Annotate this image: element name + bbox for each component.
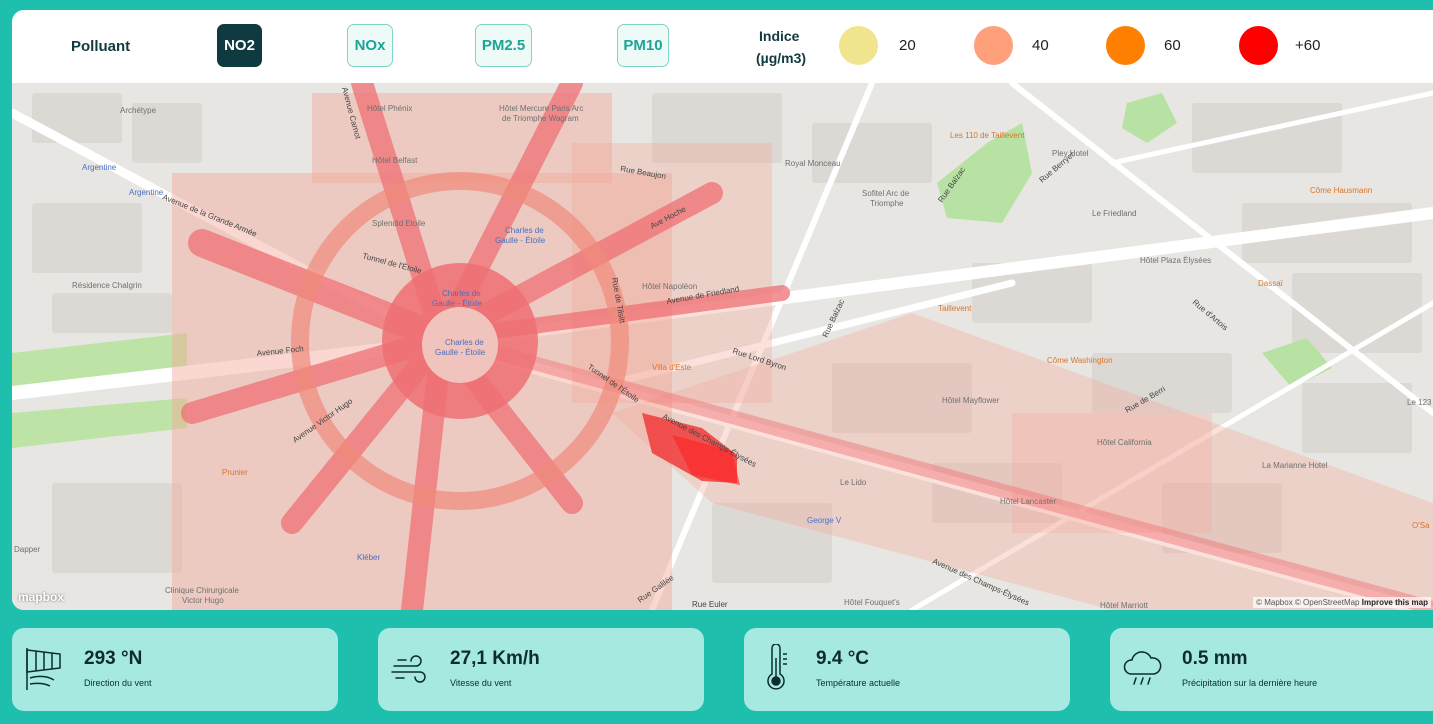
precipitation-value: 0.5 mm — [1182, 648, 1248, 669]
map-label-marriott: Hôtel Marriott — [1100, 601, 1149, 610]
pollutant-pm10-button[interactable]: PM10 — [617, 24, 669, 67]
map-label-fouquet: Hôtel Fouquet's — [844, 598, 900, 607]
map-canvas: Archétype Argentine Argentine Résidence … — [12, 83, 1433, 610]
map-label-belfast: Hôtel Belfast — [372, 156, 418, 165]
improve-map-link[interactable]: Improve this map — [1362, 598, 1428, 607]
road-euler: Rue Euler — [692, 600, 728, 609]
legend-value-20: 20 — [899, 37, 916, 54]
map-label-come-w: Côme Washington — [1047, 356, 1113, 365]
map-label-come-h: Côme Hausmann — [1310, 186, 1372, 195]
map-label-marianne: La Marianne Hotel — [1262, 461, 1328, 470]
pollution-map[interactable]: Archétype Argentine Argentine Résidence … — [12, 83, 1433, 610]
map-label-california: Hôtel California — [1097, 438, 1152, 447]
main-panel: Polluant NO2 NOx PM2.5 PM10 Indice (µg/m… — [12, 10, 1433, 610]
wind-direction-value: 293 °N — [84, 648, 143, 669]
map-label-mercure-2: de Triomphe Wagram — [502, 114, 579, 123]
wind-direction-label: Direction du vent — [84, 678, 152, 688]
map-label-cdg2b: Gaulle - Étoile — [432, 299, 483, 308]
legend-dot-40 — [974, 26, 1013, 65]
map-label-residence: Résidence Chalgrin — [72, 281, 142, 290]
legend-dot-60 — [1106, 26, 1145, 65]
map-label-kleber: Kléber — [357, 553, 380, 562]
rain-cloud-icon — [1123, 651, 1162, 685]
map-attribution: © Mapbox © OpenStreetMap Improve this ma… — [1253, 597, 1431, 608]
map-label-argentine-2: Argentine — [129, 188, 164, 197]
map-label-cdg3b: Gaulle - Étoile — [435, 348, 486, 357]
index-label-title: Indice — [759, 28, 800, 44]
precipitation-card: 0.5 mm Précipitation sur la dernière heu… — [1110, 628, 1433, 711]
map-label-osa: O'Sa — [1412, 521, 1430, 530]
map-label-prunier: Prunier — [222, 468, 248, 477]
windsock-icon — [26, 648, 61, 690]
map-label-lancaster: Hôtel Lancaster — [1000, 497, 1056, 506]
thermometer-icon — [767, 644, 787, 690]
map-label-sofitel: Sofitel Arc de — [862, 189, 910, 198]
legend-value-plus60: +60 — [1295, 37, 1321, 54]
map-label-lido: Le Lido — [840, 478, 867, 487]
pollutant-toolbar: Polluant NO2 NOx PM2.5 PM10 Indice (µg/m… — [12, 10, 1433, 83]
map-label-sofitel-2: Triomphe — [870, 199, 904, 208]
map-label-george: George V — [807, 516, 842, 525]
map-label-dassai: Dassaï — [1258, 279, 1284, 288]
map-label-archetype: Archétype — [120, 106, 157, 115]
temperature-value: 9.4 °C — [816, 648, 870, 669]
precipitation-label: Précipitation sur la dernière heure — [1182, 678, 1318, 688]
map-label-cdg1: Charles de — [505, 226, 544, 235]
wind-icon — [391, 655, 426, 683]
temperature-label: Température actuelle — [816, 678, 901, 688]
map-label-friedland: Le Friedland — [1092, 209, 1136, 218]
wind-direction-card: 293 °N Direction du vent — [12, 628, 338, 711]
map-label-dapper: Dapper — [14, 545, 41, 554]
legend-value-40: 40 — [1032, 37, 1049, 54]
map-label-les110: Les 110 de Taillevent — [950, 131, 1025, 140]
map-label-mercure: Hôtel Mercure Paris Arc — [499, 104, 583, 113]
map-label-clinique-2: Victor Hugo — [182, 596, 224, 605]
pollutant-pm25-button[interactable]: PM2.5 — [475, 24, 532, 67]
map-label-cdg1b: Gaulle - Étoile — [495, 236, 546, 245]
map-label-le123: Le 123 — [1407, 398, 1432, 407]
map-label-plaza: Hôtel Plaza Élysées — [1140, 256, 1211, 265]
legend-value-60: 60 — [1164, 37, 1181, 54]
map-label-napoleon: Hôtel Napoléon — [642, 282, 697, 291]
index-label-unit: (µg/m3) — [756, 50, 807, 66]
map-label-villa: Villa d'Este — [652, 363, 692, 372]
map-label-cdg3: Charles de — [445, 338, 484, 347]
map-label-cdg2: Charles de — [442, 289, 481, 298]
temperature-card: 9.4 °C Température actuelle — [744, 628, 1070, 711]
map-label-mayflower: Hôtel Mayflower — [942, 396, 1000, 405]
legend-dot-plus60 — [1239, 26, 1278, 65]
map-label-splendid: Splendid Etoile — [372, 219, 426, 228]
pollutant-nox-button[interactable]: NOx — [347, 24, 393, 67]
wind-speed-label: Vitesse du vent — [450, 678, 512, 688]
map-label-hotel-phenix: Hôtel Phénix — [367, 104, 412, 113]
mapbox-logo[interactable]: mapbox — [18, 590, 64, 604]
attribution-text: © Mapbox © OpenStreetMap — [1256, 598, 1360, 607]
pollutant-label: Polluant — [71, 38, 131, 55]
map-label-clinique: Clinique Chirurgicale — [165, 586, 239, 595]
wind-speed-value: 27,1 Km/h — [450, 648, 540, 669]
wind-speed-card: 27,1 Km/h Vitesse du vent — [378, 628, 704, 711]
map-label-royal: Royal Monceau — [785, 159, 841, 168]
pollutant-no2-button[interactable]: NO2 — [217, 24, 262, 67]
legend-dot-20 — [839, 26, 878, 65]
map-label-taillevent: Taillevent — [938, 304, 972, 313]
map-label-argentine-1: Argentine — [82, 163, 117, 172]
